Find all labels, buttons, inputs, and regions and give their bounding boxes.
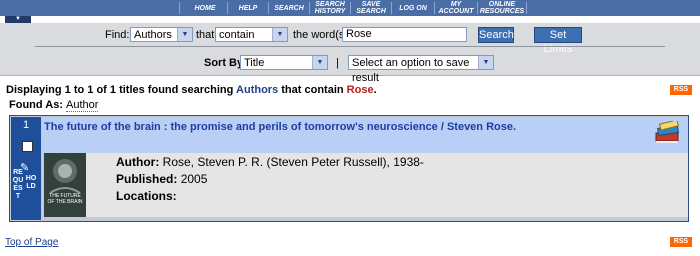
search-field-select[interactable]: Authors ▼ <box>130 27 193 42</box>
book-icon <box>655 121 680 143</box>
record-sidebar: 1 ✎ REQUEST HOLD <box>11 117 41 220</box>
search-bar: Find: Authors ▼ that contain ▼ the word(… <box>0 23 700 84</box>
top-navigation: HOME HELP SEARCH SEARCH HISTORY SAVE SEA… <box>0 0 700 16</box>
author-value[interactable]: Rose, Steven P. R. (Steven Peter Russell… <box>163 155 424 169</box>
result-title-link[interactable]: The future of the brain : the promise an… <box>44 121 516 133</box>
summary-middle: that contain <box>281 84 344 96</box>
condition-select[interactable]: contain ▼ <box>215 27 288 42</box>
nav-online-resources[interactable]: ONLINE RESOURCES <box>478 0 526 16</box>
summary-term: Rose <box>346 84 374 96</box>
record-details: Author: Rose, Steven P. R. (Steven Peter… <box>86 153 688 217</box>
save-result-select[interactable]: Select an option to save result ▼ <box>348 55 494 84</box>
result-record: 1 ✎ REQUEST HOLD The future of the brain… <box>9 115 689 222</box>
rss-button-bottom[interactable]: RSS <box>670 237 692 247</box>
nav-help[interactable]: HELP <box>228 0 268 16</box>
nav-divider <box>179 2 180 14</box>
title-bar: The future of the brain : the promise an… <box>42 118 688 153</box>
nav-log-on[interactable]: LOG ON <box>392 0 434 16</box>
save-result-value: Select an option to save result <box>352 57 470 84</box>
select-checkbox[interactable] <box>22 141 33 152</box>
found-as-value: Author <box>66 99 99 112</box>
top-of-page-link[interactable]: Top of Page <box>5 237 58 248</box>
summary-field: Authors <box>236 84 279 96</box>
nav-my-account[interactable]: MY ACCOUNT <box>435 0 477 16</box>
search-button[interactable]: Search <box>478 27 514 43</box>
set-limits-button[interactable]: Set Limits <box>534 27 582 55</box>
author-label: Author: <box>116 155 160 169</box>
hold-text[interactable]: HOLD <box>25 175 37 191</box>
record-number: 1 <box>22 119 30 131</box>
cover-art <box>44 153 86 217</box>
author-row: Author: Rose, Steven P. R. (Steven Peter… <box>116 155 424 169</box>
results-summary: Displaying 1 to 1 of 1 titles found sear… <box>6 84 377 96</box>
rss-button[interactable]: RSS <box>670 85 692 95</box>
chevron-down-icon: ▼ <box>272 28 287 41</box>
that-label: that <box>196 29 215 41</box>
summary-suffix: . <box>373 84 377 96</box>
separator: | <box>336 57 339 69</box>
published-value: 2005 <box>180 172 208 186</box>
chevron-down-icon[interactable]: ▼ <box>5 16 31 23</box>
found-as-label: Found As: <box>9 99 63 111</box>
chevron-down-icon: ▼ <box>312 56 327 69</box>
search-input[interactable]: Rose <box>342 27 467 42</box>
summary-prefix: Displaying 1 to 1 of 1 titles found sear… <box>6 84 234 96</box>
nav-home[interactable]: HOME <box>183 0 227 16</box>
published-label: Published: <box>116 172 178 186</box>
nav-search[interactable]: SEARCH <box>269 0 309 16</box>
condition-value: contain <box>219 29 255 41</box>
locations-label: Locations: <box>116 189 177 203</box>
sort-value: Title <box>244 57 265 69</box>
found-as: Found As: Author <box>9 99 99 112</box>
words-label: the word(s) <box>293 29 349 41</box>
chevron-down-icon: ▼ <box>478 56 493 69</box>
request-hold-link[interactable]: REQUEST <box>12 169 24 201</box>
published-row: Published: 2005 <box>116 172 207 186</box>
search-field-value: Authors <box>134 29 172 41</box>
sort-select[interactable]: Title ▼ <box>240 55 328 70</box>
locations-row: Locations: <box>116 189 177 203</box>
cover-caption: THE FUTURE OF THE BRAIN <box>47 193 83 205</box>
nav-divider <box>526 2 527 14</box>
divider <box>35 46 665 47</box>
chevron-down-icon: ▼ <box>177 28 192 41</box>
book-cover-image[interactable]: THE FUTURE OF THE BRAIN <box>44 153 86 217</box>
nav-search-history[interactable]: SEARCH HISTORY <box>310 0 350 16</box>
nav-save-search[interactable]: SAVE SEARCH <box>351 0 391 16</box>
find-label: Find: <box>105 29 130 41</box>
